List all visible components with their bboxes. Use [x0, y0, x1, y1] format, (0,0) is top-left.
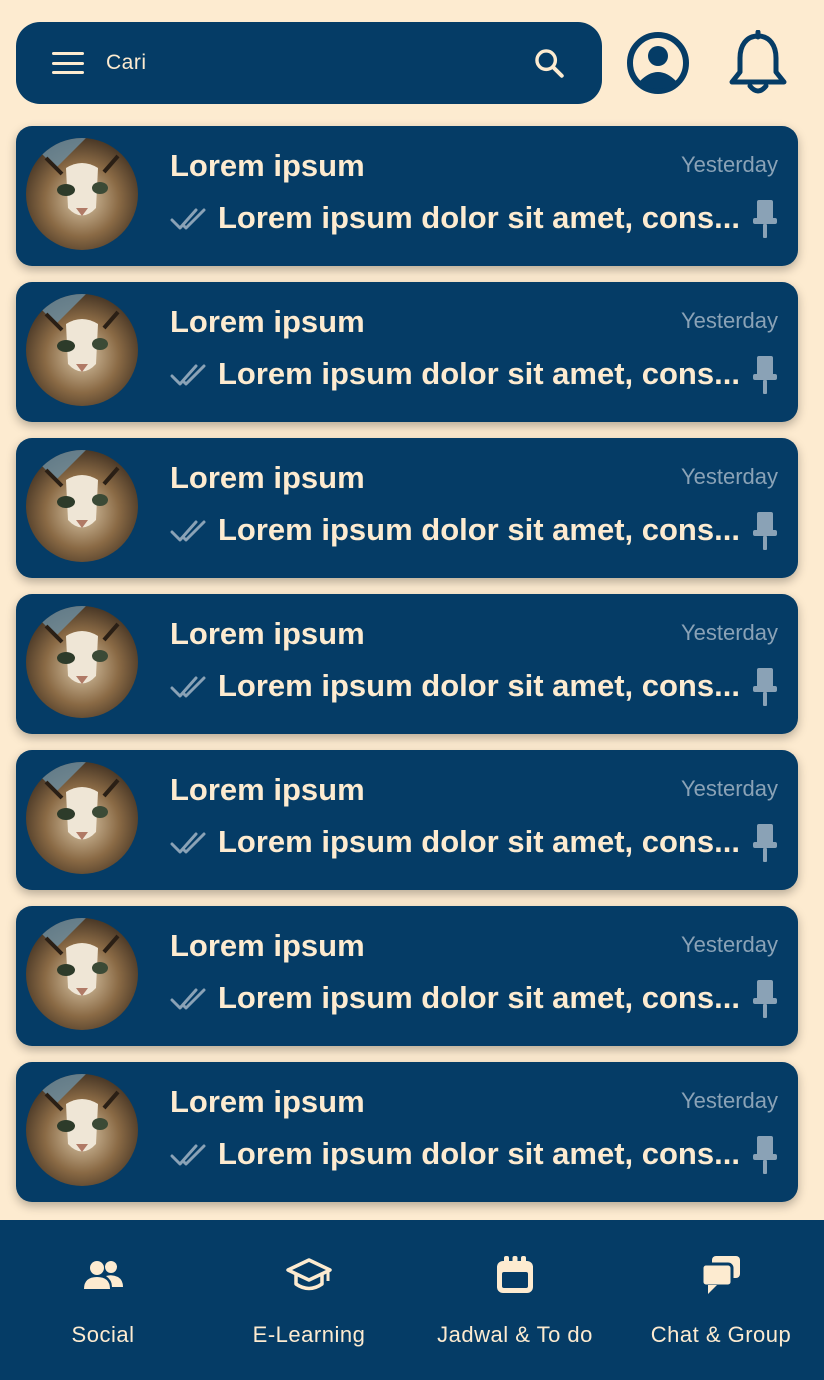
search-input[interactable]: Cari	[106, 51, 532, 75]
chat-name: Lorem ipsum	[170, 460, 365, 495]
search-bar[interactable]: Cari	[16, 22, 602, 104]
chat-time: Yesterday	[680, 932, 778, 957]
bottom-nav: Social E-Learning Jadwal & To do Chat & …	[0, 1220, 824, 1380]
chat-preview: Lorem ipsum dolor sit amet, cons...	[218, 356, 740, 391]
double-check-icon	[170, 1142, 208, 1173]
avatar	[26, 762, 138, 874]
double-check-icon	[170, 986, 208, 1017]
double-check-icon	[170, 674, 208, 705]
menu-icon[interactable]	[52, 52, 84, 74]
chat-preview: Lorem ipsum dolor sit amet, cons...	[218, 512, 740, 547]
chat-time: Yesterday	[680, 152, 778, 177]
users-icon	[82, 1254, 124, 1296]
chat-bubbles-icon	[700, 1254, 742, 1296]
chat-name: Lorem ipsum	[170, 1084, 365, 1119]
chat-time: Yesterday	[680, 464, 778, 489]
pin-icon[interactable]	[752, 666, 778, 713]
chat-preview: Lorem ipsum dolor sit amet, cons...	[218, 200, 740, 235]
bell-icon[interactable]	[726, 29, 790, 96]
nav-item-e-learning[interactable]: E-Learning	[206, 1220, 412, 1380]
pin-icon[interactable]	[752, 198, 778, 245]
chat-preview: Lorem ipsum dolor sit amet, cons...	[218, 824, 740, 859]
chat-name: Lorem ipsum	[170, 148, 365, 183]
nav-label: Jadwal & To do	[437, 1322, 593, 1347]
chat-preview: Lorem ipsum dolor sit amet, cons...	[218, 668, 740, 703]
pin-icon[interactable]	[752, 978, 778, 1025]
pin-icon[interactable]	[752, 510, 778, 557]
nav-label: Chat & Group	[650, 1322, 792, 1347]
chat-list-item[interactable]: Lorem ipsum Yesterday Lorem ipsum dolor …	[16, 906, 798, 1046]
nav-label: Social	[71, 1322, 135, 1347]
nav-item-social[interactable]: Social	[0, 1220, 206, 1380]
chat-list-item[interactable]: Lorem ipsum Yesterday Lorem ipsum dolor …	[16, 750, 798, 890]
chat-list-item[interactable]: Lorem ipsum Yesterday Lorem ipsum dolor …	[16, 438, 798, 578]
avatar	[26, 294, 138, 406]
user-circle-icon[interactable]	[626, 31, 690, 95]
chat-time: Yesterday	[680, 776, 778, 801]
chat-preview: Lorem ipsum dolor sit amet, cons...	[218, 980, 740, 1015]
nav-label: E-Learning	[252, 1322, 366, 1347]
nav-item-jadwal-todo[interactable]: Jadwal & To do	[412, 1220, 618, 1380]
chat-time: Yesterday	[680, 308, 778, 333]
chat-list-item[interactable]: Lorem ipsum Yesterday Lorem ipsum dolor …	[16, 594, 798, 734]
double-check-icon	[170, 362, 208, 393]
avatar	[26, 918, 138, 1030]
chat-preview: Lorem ipsum dolor sit amet, cons...	[218, 1136, 740, 1171]
avatar	[26, 1074, 138, 1186]
chat-list-item[interactable]: Lorem ipsum Yesterday Lorem ipsum dolor …	[16, 1062, 798, 1202]
avatar	[26, 138, 138, 250]
search-icon[interactable]	[532, 46, 566, 80]
double-check-icon	[170, 518, 208, 549]
chat-name: Lorem ipsum	[170, 772, 365, 807]
pin-icon[interactable]	[752, 354, 778, 401]
chat-list: Lorem ipsum Yesterday Lorem ipsum dolor …	[16, 126, 798, 1218]
pin-icon[interactable]	[752, 822, 778, 869]
chat-time: Yesterday	[680, 1088, 778, 1113]
double-check-icon	[170, 206, 208, 237]
chat-name: Lorem ipsum	[170, 928, 365, 963]
avatar	[26, 450, 138, 562]
pin-icon[interactable]	[752, 1134, 778, 1181]
chat-list-item[interactable]: Lorem ipsum Yesterday Lorem ipsum dolor …	[16, 282, 798, 422]
chat-list-item[interactable]: Lorem ipsum Yesterday Lorem ipsum dolor …	[16, 126, 798, 266]
chat-name: Lorem ipsum	[170, 304, 365, 339]
avatar	[26, 606, 138, 718]
calendar-icon	[494, 1254, 536, 1296]
nav-item-chat-group[interactable]: Chat & Group	[618, 1220, 824, 1380]
chat-time: Yesterday	[680, 620, 778, 645]
chat-name: Lorem ipsum	[170, 616, 365, 651]
double-check-icon	[170, 830, 208, 861]
graduation-cap-icon	[286, 1254, 332, 1296]
